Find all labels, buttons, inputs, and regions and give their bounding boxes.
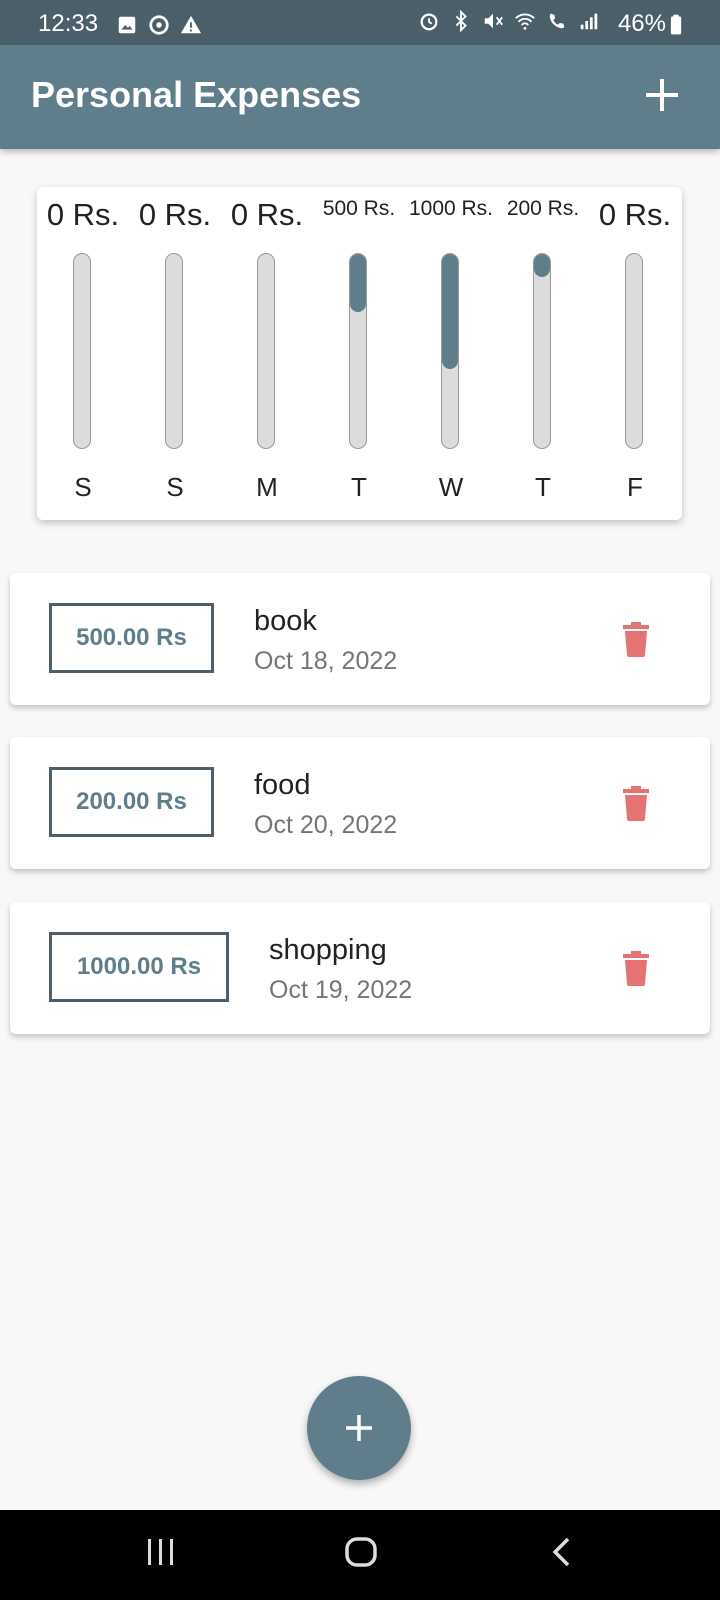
bar-value-label: 0 Rs. — [598, 197, 672, 232]
battery-icon — [670, 14, 682, 35]
bar-value-label: 0 Rs. — [46, 197, 120, 232]
wifi-icon — [515, 13, 535, 30]
day-label: T — [535, 472, 551, 502]
bar-value-label: 500 Rs. — [322, 197, 396, 220]
expense-date: Oct 18, 2022 — [254, 647, 398, 675]
chart-bar-column: 200 Rs. T — [497, 187, 589, 520]
bar-fill — [350, 254, 366, 312]
signal-icon — [580, 13, 598, 30]
status-time: 12:33 — [38, 10, 99, 37]
chart-bar-column: 1000 Rs. W — [405, 187, 497, 520]
expense-title: book — [254, 605, 317, 637]
day-label: S — [74, 472, 92, 502]
bar-track — [257, 253, 275, 449]
list-item: 200.00 Rs food Oct 20, 2022 — [10, 737, 710, 869]
bar-track — [533, 253, 551, 449]
list-item: 500.00 Rs book Oct 18, 2022 — [10, 573, 710, 705]
warning-icon — [180, 15, 202, 34]
wifi-call-icon — [549, 13, 565, 29]
expense-title: food — [254, 769, 311, 801]
bar-value-label: 200 Rs. — [506, 197, 580, 220]
bluetooth-icon — [455, 10, 467, 32]
day-label: T — [351, 472, 367, 502]
amount-badge: 200.00 Rs — [49, 767, 214, 837]
back-icon[interactable] — [548, 1535, 574, 1569]
amount-badge: 500.00 Rs — [49, 603, 214, 673]
sync-icon — [149, 15, 169, 35]
bar-track — [165, 253, 183, 449]
expense-date: Oct 20, 2022 — [254, 811, 398, 839]
page-title: Personal Expenses — [31, 74, 362, 115]
chart-bar-column: 0 Rs. S — [37, 187, 129, 520]
add-expense-button[interactable] — [307, 1376, 411, 1480]
day-label: W — [438, 472, 464, 502]
gallery-icon — [118, 16, 136, 34]
chart-bar-column: 0 Rs. F — [589, 187, 681, 520]
bar-fill — [442, 254, 458, 370]
bar-value-label: 1000 Rs. — [408, 197, 494, 220]
day-label: S — [166, 472, 184, 502]
home-icon[interactable] — [344, 1535, 378, 1569]
chart-bar-column: 0 Rs. M — [221, 187, 313, 520]
bar-fill — [534, 254, 550, 278]
recent-apps-icon[interactable] — [146, 1535, 176, 1569]
chart-bar-column: 0 Rs. S — [129, 187, 221, 520]
delete-icon[interactable] — [622, 785, 650, 821]
delete-icon[interactable] — [622, 950, 650, 986]
navigation-bar — [0, 1510, 720, 1600]
list-item: 1000.00 Rs shopping Oct 19, 2022 — [10, 902, 710, 1034]
delete-icon[interactable] — [622, 621, 650, 657]
weekly-chart: 0 Rs. S 0 Rs. S 0 Rs. M 500 Rs. T 1000 Rs. W 200 R… — [37, 187, 682, 520]
battery-level: 46% — [617, 10, 666, 37]
plus-icon[interactable] — [640, 73, 684, 117]
bar-track — [73, 253, 91, 449]
alarm-icon — [420, 13, 438, 31]
chart-bar-column: 500 Rs. T — [313, 187, 405, 520]
bar-value-label: 0 Rs. — [138, 197, 212, 232]
mute-icon — [484, 13, 503, 29]
day-label: F — [627, 472, 643, 502]
expense-date: Oct 19, 2022 — [269, 976, 413, 1004]
bar-track — [441, 253, 459, 449]
day-label: M — [256, 472, 278, 502]
bar-value-label: 0 Rs. — [230, 197, 304, 232]
expense-title: shopping — [269, 934, 387, 966]
status-bar: 12:33 46% — [0, 0, 720, 45]
bar-track — [349, 253, 367, 449]
bar-track — [625, 253, 643, 449]
app-bar: Personal Expenses — [0, 45, 720, 149]
plus-icon — [346, 1415, 372, 1441]
amount-badge: 1000.00 Rs — [49, 932, 229, 1002]
